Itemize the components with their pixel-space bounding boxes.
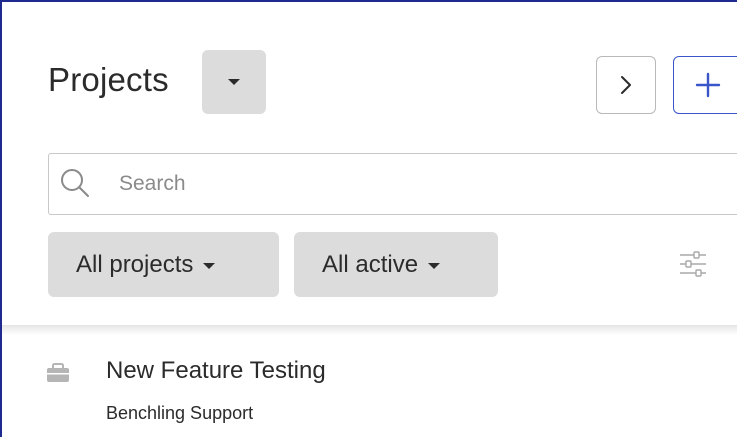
all-projects-filter[interactable]: All projects [48, 232, 279, 297]
sliders-icon[interactable] [678, 249, 708, 279]
collapse-panel-button[interactable] [596, 56, 656, 114]
title-dropdown-button[interactable] [202, 50, 266, 114]
briefcase-icon [47, 363, 69, 382]
project-organization: Benchling Support [106, 403, 254, 423]
chevron-right-icon [621, 76, 631, 94]
caret-down-icon [228, 79, 240, 85]
all-projects-filter-label: All projects [76, 250, 194, 278]
search-icon [61, 169, 89, 197]
list-divider [2, 325, 737, 335]
caret-down-icon [203, 262, 216, 269]
caret-down-icon [428, 262, 441, 269]
add-project-button[interactable] [673, 56, 737, 114]
page-title: Projects [48, 61, 169, 98]
search-box [48, 153, 737, 215]
project-name: New Feature Testing [106, 357, 326, 384]
projects-panel: Projects All projects All active [2, 2, 737, 437]
status-filter-label: All active [322, 250, 419, 278]
plus-icon [695, 72, 721, 98]
status-filter[interactable]: All active [294, 232, 498, 297]
search-input[interactable] [119, 166, 719, 202]
list-item[interactable]: New Feature Testing Benchling Support [2, 342, 737, 437]
